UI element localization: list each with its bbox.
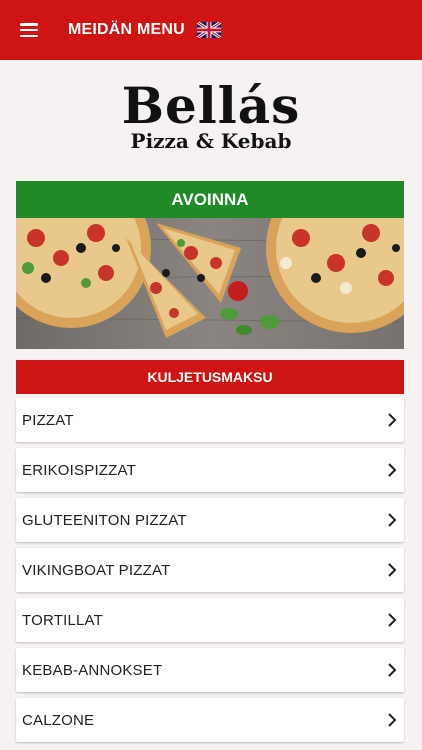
- menu-item-label: ERIKOISPIZZAT: [22, 461, 137, 479]
- chevron-right-icon: [388, 713, 397, 727]
- menu-category-list: PIZZAT ERIKOISPIZZAT GLUTEENITON PIZZAT …: [16, 398, 404, 748]
- logo-name: Bellás: [121, 76, 301, 135]
- menu-item-label: CALZONE: [22, 711, 95, 729]
- chevron-right-icon: [388, 413, 397, 427]
- top-app-bar: MEIDÄN MENU: [0, 0, 422, 60]
- chevron-right-icon: [388, 613, 397, 627]
- logo-subtitle: Pizza & Kebab: [130, 129, 292, 153]
- open-status-banner: AVOINNA: [16, 181, 404, 218]
- menu-item-calzone[interactable]: CALZONE: [16, 698, 404, 742]
- menu-item-erikoispizzat[interactable]: ERIKOISPIZZAT: [16, 448, 404, 492]
- uk-flag-icon[interactable]: [196, 22, 221, 38]
- restaurant-logo: Bellás Pizza & Kebab: [0, 76, 422, 153]
- menu-item-label: PIZZAT: [22, 411, 74, 429]
- pizza-hero-image: [16, 218, 404, 349]
- menu-item-label: TORTILLAT: [22, 611, 103, 629]
- page-title: MEIDÄN MENU: [68, 21, 185, 38]
- menu-item-tortillat[interactable]: TORTILLAT: [16, 598, 404, 642]
- menu-item-pizzat[interactable]: PIZZAT: [16, 398, 404, 442]
- menu-item-gluteeniton-pizzat[interactable]: GLUTEENITON PIZZAT: [16, 498, 404, 542]
- menu-item-vikingboat-pizzat[interactable]: VIKINGBOAT PIZZAT: [16, 548, 404, 592]
- hamburger-icon[interactable]: [20, 23, 38, 37]
- delivery-fee-button[interactable]: KULJETUSMAKSU: [16, 360, 404, 394]
- menu-item-kebab-annokset[interactable]: KEBAB-ANNOKSET: [16, 648, 404, 692]
- menu-item-label: VIKINGBOAT PIZZAT: [22, 561, 171, 579]
- chevron-right-icon: [388, 513, 397, 527]
- menu-item-label: KEBAB-ANNOKSET: [22, 661, 163, 679]
- chevron-right-icon: [388, 663, 397, 677]
- chevron-right-icon: [388, 563, 397, 577]
- chevron-right-icon: [388, 463, 397, 477]
- menu-item-label: GLUTEENITON PIZZAT: [22, 511, 187, 529]
